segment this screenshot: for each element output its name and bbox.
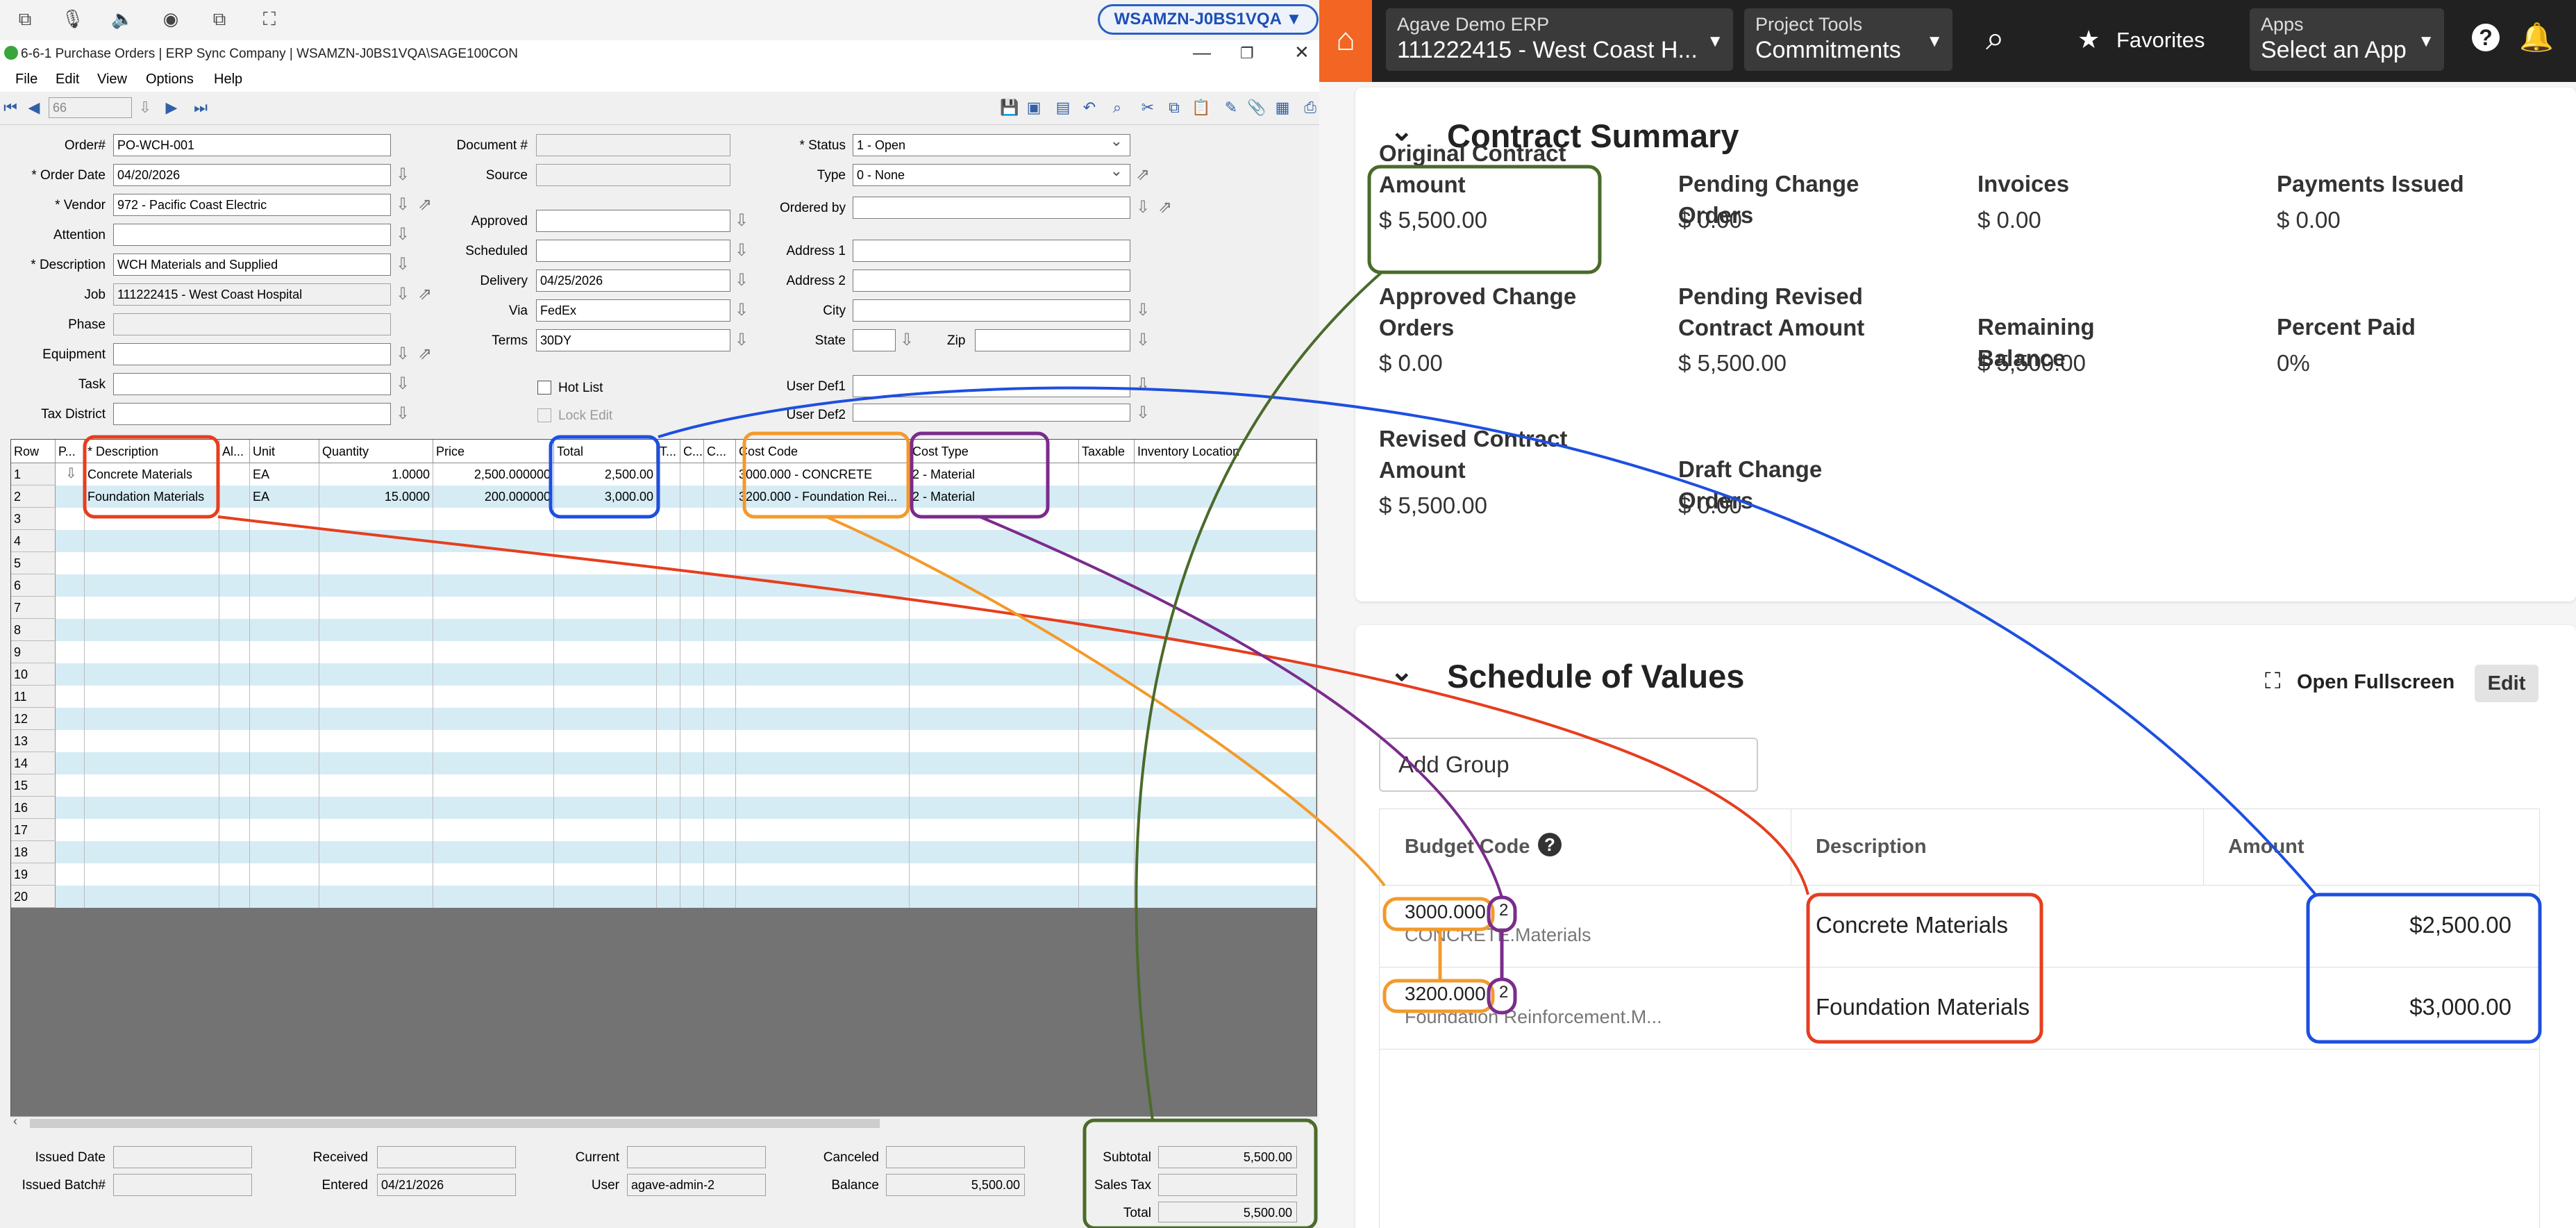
- cost-type-link-line: [979, 515, 1503, 898]
- totals-highlight-box: [1082, 1118, 1318, 1228]
- annotation-overlay: [83, 165, 2542, 1228]
- cost-type-highlight-box: [910, 431, 1050, 519]
- total-highlight-box: [549, 435, 660, 519]
- totals-link-line: [1135, 271, 1383, 1121]
- description-link-line: [217, 515, 1809, 895]
- cost-code-highlight-box: [742, 431, 910, 519]
- sov-amount-highlight-box: [2306, 893, 2542, 1044]
- original-contract-highlight-box: [1367, 165, 1602, 274]
- code-3000-highlight-box: [1382, 897, 1495, 931]
- sov-description-highlight-box: [1806, 893, 2043, 1044]
- code-3200-highlight-box: [1382, 979, 1495, 1013]
- description-highlight-box: [83, 435, 220, 519]
